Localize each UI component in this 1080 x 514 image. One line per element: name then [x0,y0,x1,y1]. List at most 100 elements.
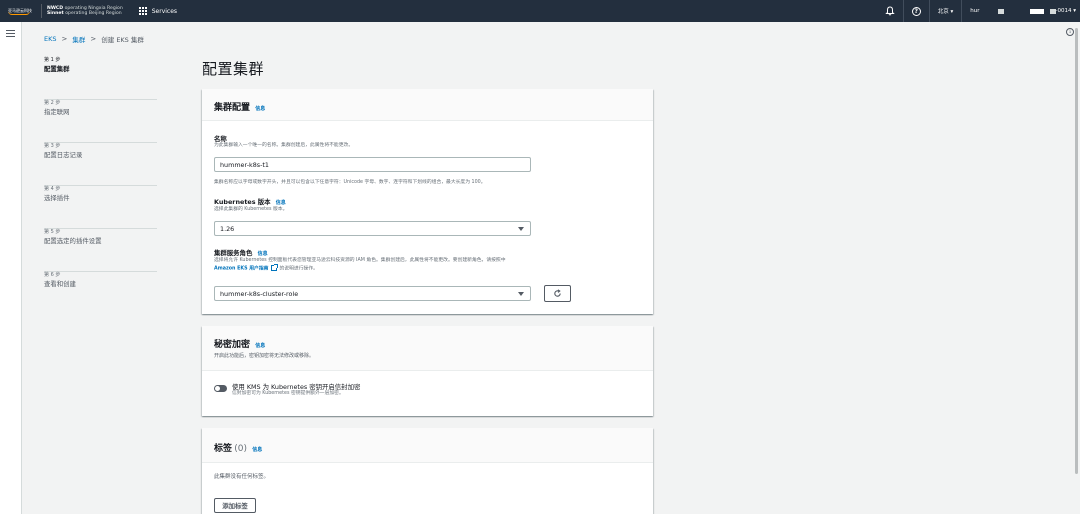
divider [41,4,42,18]
scrollbar[interactable] [1075,28,1078,474]
panel-title: 秘密加密 [214,340,251,350]
side-navigation-rail [0,22,22,514]
help-button[interactable]: ? [902,0,929,22]
wizard-steps: 第 1 步 配置集群 第 2 步 指定联网 第 3 步 配置日志记录 第 4 步… [44,57,157,315]
step-name: 配置选定的插件设置 [44,237,102,245]
services-menu-button[interactable]: Services [138,6,178,16]
info-panel-icon[interactable]: i [1066,28,1074,36]
panel-body: 名称 为此集群输入一个唯一的名称。集群创建后，此属性将不能更改。 hummer-… [202,121,653,314]
operator-beijing: Sinnet [47,11,64,16]
name-description: 为此集群输入一个唯一的名称。集群创建后，此属性将不能更改。 [214,143,354,148]
step-number: 第 1 步 [44,57,61,63]
operator-ningxia: NWCD [47,5,64,11]
cluster-service-role-select[interactable]: hummer-k8s-cluster-role [214,286,531,301]
panel-title: 标签 [214,444,233,454]
user-name-prefix: hur [970,8,980,14]
cluster-service-role-value: hummer-k8s-cluster-role [220,289,299,298]
chevron-right-icon: > [90,35,97,43]
caret-down-icon [518,292,524,296]
panel-description: 开启此功能后，密钥加密将无法修改或移除。 [214,353,315,359]
wizard-step-3[interactable]: 第 3 步 配置日志记录 [44,143,157,186]
panel-header: 标签 (0) 信息 [202,428,653,463]
tags-panel: 标签 (0) 信息 此集群没有任何标签。 添加标签 [202,428,653,514]
toggle-description: 信封加密可为 Kubernetes 密钥提供额外一层加密。 [232,391,344,396]
wizard-step-1: 第 1 步 配置集群 [44,57,157,100]
version-label: Kubernetes 版本 [214,198,271,206]
external-link-icon [270,263,278,271]
role-description-text: 选择将允许 Kubernetes 控制面板代表您管理亚马逊云科技资源的 IAM … [214,258,506,263]
add-tag-button[interactable]: 添加标签 [214,498,256,513]
page-title: 配置集群 [202,60,265,78]
role-description: 选择将允许 Kubernetes 控制面板代表您管理亚马逊云科技资源的 IAM … [214,258,644,273]
operator-beijing-desc: operating Beijing Region [65,11,122,16]
breadcrumb-clusters[interactable]: 集群 [72,34,85,44]
no-tags-text: 此集群没有任何标签。 [214,474,270,480]
step-number: 第 2 步 [44,100,61,106]
notifications-button[interactable] [877,0,903,22]
kubernetes-version-value: 1.26 [220,224,235,233]
region-label: 北京 ▾ [937,9,954,15]
role-label-row: 集群服务角色 信息 [214,249,644,258]
breadcrumb-eks[interactable]: EKS [44,35,57,43]
wizard-step-4[interactable]: 第 4 步 选择插件 [44,186,157,229]
step-number: 第 6 步 [44,272,61,278]
version-description: 选择此集群的 Kubernetes 版本。 [214,207,288,212]
wizard-step-6[interactable]: 第 6 步 查看和创建 [44,272,157,315]
services-label: Services [151,7,178,15]
account-menu[interactable]: hur -0014 ▾ [961,0,1080,22]
cluster-config-panel: 集群配置 信息 名称 为此集群输入一个唯一的名称。集群创建后，此属性将不能更改。… [202,89,653,314]
kubernetes-version-select[interactable]: 1.26 [214,221,531,236]
redacted-block [1029,8,1044,14]
step-name: 指定联网 [44,108,70,116]
name-label: 名称 [214,135,227,143]
top-navigation-bar: 亚马逊云科技 NWCD operating Ningxia Region Sin… [0,0,1080,22]
name-constraint: 集群名称应以字母或数字开头，并且可以包含以下任意字符：Unicode 字母、数字… [214,180,486,185]
eks-user-guide-link[interactable]: Amazon EKS 用户指南 [214,266,268,271]
panel-body: 使用 KMS 为 Kubernetes 密钥开启信封加密 信封加密可为 Kube… [202,371,653,416]
kms-encryption-toggle[interactable] [214,385,227,392]
info-link[interactable]: 信息 [255,343,265,349]
wizard-step-2[interactable]: 第 2 步 指定联网 [44,100,157,143]
breadcrumb: EKS > 集群 > 创建 EKS 集群 [44,34,144,44]
logo-smile-icon [8,11,30,15]
redacted-block [997,8,1004,14]
region-operator-text: NWCD operating Ningxia Region Sinnet ope… [47,6,123,17]
region-selector[interactable]: 北京 ▾ [928,0,962,22]
panel-header: 集群配置 信息 [202,89,653,121]
step-name: 查看和创建 [44,280,76,288]
services-grid-icon [138,6,148,16]
toggle-label: 使用 KMS 为 Kubernetes 密钥开启信封加密 [232,383,361,391]
info-link[interactable]: 信息 [252,447,262,453]
role-description-tail: 的说明进行操作。 [279,266,318,271]
step-number: 第 3 步 [44,143,61,149]
top-right-controls: ? 北京 ▾ hur -0014 ▾ [877,0,1080,22]
cluster-name-input[interactable]: hummer-k8s-t1 [214,157,531,172]
role-info-link[interactable]: 信息 [258,251,268,257]
account-id-suffix: -0014 ▾ [1055,8,1077,14]
refresh-roles-button[interactable] [544,285,571,302]
operator-ningxia-desc: operating Ningxia Region [64,5,123,11]
secrets-encryption-panel: 秘密加密 信息 开启此功能后，密钥加密将无法修改或移除。 使用 KMS 为 Ku… [202,326,653,416]
wizard-step-5[interactable]: 第 5 步 配置选定的插件设置 [44,229,157,272]
hamburger-menu-icon[interactable] [6,30,15,39]
role-label: 集群服务角色 [214,249,253,257]
chevron-right-icon: > [61,35,68,43]
step-name: 选择插件 [44,194,70,202]
panel-body: 此集群没有任何标签。 添加标签 [202,463,653,514]
help-icon: ? [911,6,921,16]
version-label-row: Kubernetes 版本 信息 [214,198,644,207]
step-name: 配置日志记录 [44,151,83,159]
info-link[interactable]: 信息 [255,106,265,112]
version-info-link[interactable]: 信息 [276,200,286,206]
tag-count: (0) [234,444,247,454]
panel-title: 集群配置 [214,103,251,113]
breadcrumb-current: 创建 EKS 集群 [101,36,144,44]
refresh-icon [554,289,561,297]
step-name: 配置集群 [44,65,70,73]
cluster-name-value: hummer-k8s-t1 [220,160,269,169]
bell-icon [885,6,895,16]
step-number: 第 4 步 [44,186,61,192]
caret-down-icon [518,227,524,231]
step-number: 第 5 步 [44,229,61,235]
aws-china-logo[interactable]: 亚马逊云科技 [8,5,36,17]
